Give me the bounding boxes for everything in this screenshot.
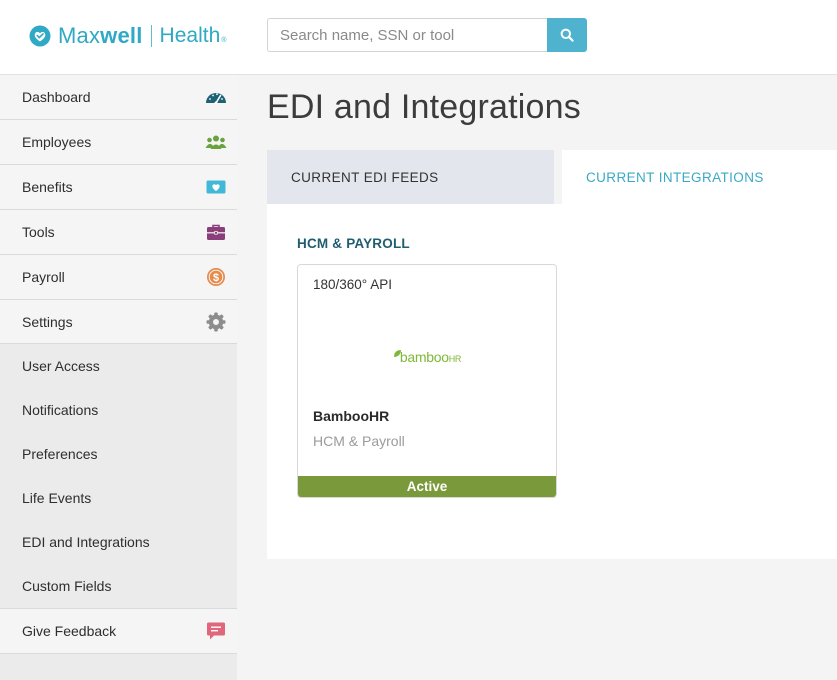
maxwell-health-logo[interactable]: Maxwell Health ®: [29, 22, 226, 50]
sidebar-item-label: Life Events: [22, 490, 92, 506]
search-input[interactable]: [267, 18, 547, 52]
employees-group-icon: [205, 131, 227, 153]
sidebar-subitem-user-access[interactable]: User Access: [0, 344, 237, 388]
search-button[interactable]: [547, 18, 587, 52]
payroll-dollar-icon: $: [205, 266, 227, 288]
sidebar-subitem-custom-fields[interactable]: Custom Fields: [0, 564, 237, 609]
bamboohr-logo: bambooHR: [298, 349, 556, 365]
sidebar-item-label: Settings: [22, 313, 73, 330]
integration-name: BambooHR: [313, 408, 390, 424]
logo-divider: [150, 25, 152, 47]
logo-trademark: ®: [221, 37, 227, 44]
tools-briefcase-icon: [205, 221, 227, 243]
logo-wordmark-maxwell: Maxwell: [58, 23, 143, 48]
sidebar-item-label: Payroll: [22, 269, 65, 285]
dashboard-gauge-icon: [205, 86, 227, 108]
search-icon: [560, 28, 574, 42]
sidebar-item-label: Benefits: [22, 179, 73, 195]
sidebar-item-label: EDI and Integrations: [22, 534, 150, 550]
sidebar-subitem-notifications[interactable]: Notifications: [0, 388, 237, 432]
sidebar-item-label: Custom Fields: [22, 578, 112, 594]
status-badge: Active: [298, 476, 556, 497]
sidebar-item-label: User Access: [22, 358, 100, 374]
sidebar-item-benefits[interactable]: Benefits: [0, 165, 237, 210]
top-header: Maxwell Health ®: [0, 0, 837, 75]
integration-card-bamboohr[interactable]: 180/360° API bambooHR BambooHR HCM & Pay…: [297, 264, 557, 498]
sidebar-subitem-life-events[interactable]: Life Events: [0, 476, 237, 520]
integration-api-type: 180/360° API: [313, 277, 392, 292]
settings-gear-icon: [205, 311, 227, 333]
feedback-chat-icon: [205, 620, 227, 642]
heart-shield-logo-icon: [29, 25, 51, 47]
sidebar-item-label: Give Feedback: [22, 623, 117, 639]
sidebar-item-label: Preferences: [22, 446, 98, 462]
tab-current-integrations[interactable]: CURRENT INTEGRATIONS: [562, 150, 837, 204]
sidebar-item-payroll[interactable]: Payroll $: [0, 255, 237, 300]
sidebar-item-label: Notifications: [22, 402, 99, 418]
sidebar-item-tools[interactable]: Tools: [0, 210, 237, 255]
sidebar-item-label: Employees: [22, 134, 92, 150]
benefits-heart-icon: [205, 176, 227, 198]
sidebar-subitem-preferences[interactable]: Preferences: [0, 432, 237, 476]
give-feedback-button[interactable]: Give Feedback: [0, 609, 237, 654]
sidebar-item-dashboard[interactable]: Dashboard: [0, 75, 237, 120]
sidebar-item-label: Tools: [22, 224, 55, 240]
page-title: EDI and Integrations: [267, 88, 581, 126]
sidebar-item-label: Dashboard: [22, 89, 91, 105]
tab-current-edi-feeds[interactable]: CURRENT EDI FEEDS: [267, 150, 554, 204]
sidebar-item-employees[interactable]: Employees: [0, 120, 237, 165]
section-title-hcm-payroll: HCM & PAYROLL: [297, 236, 410, 251]
logo-wordmark-health: Health: [159, 24, 221, 47]
sidebar: Dashboard Employees Benefits Tools Payro…: [0, 75, 237, 680]
sidebar-subitem-edi-and-integrations[interactable]: EDI and Integrations: [0, 520, 237, 564]
sidebar-item-settings[interactable]: Settings: [0, 300, 237, 344]
integration-category: HCM & Payroll: [313, 433, 405, 449]
svg-text:$: $: [213, 272, 219, 284]
